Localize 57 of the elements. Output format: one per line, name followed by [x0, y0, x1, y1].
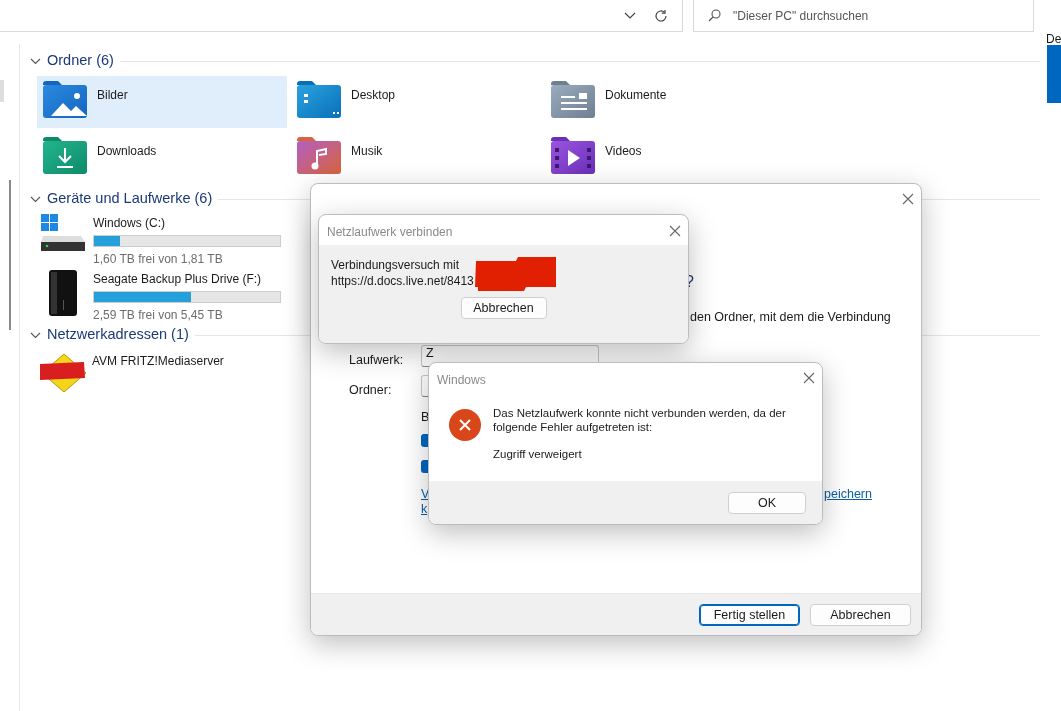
section-title: Ordner (6)	[47, 51, 114, 71]
error-icon	[449, 409, 481, 441]
free-space-text: 1,60 TB frei von 1,81 TB	[93, 251, 224, 268]
folder-item[interactable]: Dokumente	[545, 76, 795, 128]
error-message: Das Netzlaufwerk konnte nicht verbunden werden, da der folgende Fehler aufgetreten ist:	[493, 407, 787, 434]
folder-icon	[43, 136, 87, 174]
folder-name: Dokumente	[605, 87, 667, 104]
folder-icon	[551, 136, 595, 174]
cancel-button[interactable]: Abbrechen	[460, 297, 547, 319]
network-location-name[interactable]: AVM FRITZ!Mediaserver	[92, 352, 224, 394]
folder-icon	[297, 80, 341, 118]
dialog-title: Netzlaufwerk verbinden	[327, 225, 453, 239]
drive-icon	[41, 214, 85, 252]
scroll-bar[interactable]	[1047, 45, 1061, 103]
chevron-down-icon	[624, 11, 636, 20]
search-icon	[708, 9, 721, 22]
close-icon[interactable]	[902, 193, 914, 205]
error-detail: Zugriff verweigert	[493, 447, 583, 462]
finish-button[interactable]: Fertig stellen	[699, 603, 800, 626]
folder-item[interactable]: Videos	[545, 132, 795, 184]
drive-name[interactable]: Seagate Backup Plus Drive (F:)	[93, 270, 281, 288]
router-logo-icon	[38, 352, 88, 394]
drive-name[interactable]: Windows (C:)	[93, 214, 281, 232]
folder-name: Musik	[351, 143, 383, 160]
ok-button[interactable]: OK	[728, 491, 806, 514]
free-space-text: 2,59 TB frei von 5,45 TB	[93, 307, 224, 324]
section-header[interactable]: Ordner (6)	[30, 50, 1040, 72]
message-line: https://d.docs.live.net/8413	[331, 273, 475, 289]
close-icon[interactable]	[669, 225, 681, 237]
folder-icon	[297, 136, 341, 174]
chevron-icon	[30, 195, 41, 203]
cancel-button[interactable]: Abbrechen	[810, 603, 911, 626]
chevron-icon	[30, 57, 41, 65]
search-box[interactable]: "Dieser PC" durchsuchen	[693, 0, 1034, 32]
folder-item[interactable]: Desktop	[291, 76, 541, 128]
search-field[interactable]: "Dieser PC" durchsuchen	[731, 5, 1011, 26]
folder-name: Videos	[605, 143, 642, 160]
description-text: den Ordner, mit dem die Verbindung	[690, 309, 891, 326]
chevron-icon	[30, 331, 41, 339]
close-icon[interactable]	[803, 372, 815, 384]
dialog-title: Windows	[437, 373, 486, 387]
folder-item[interactable]: Bilder	[37, 76, 287, 128]
folder-item[interactable]: Musik	[291, 132, 541, 184]
section-title: Netzwerkadressen (1)	[47, 325, 189, 345]
refresh-icon	[654, 8, 668, 23]
option-text: B	[421, 409, 430, 426]
folder-icon	[551, 80, 595, 118]
folder-name: Desktop	[351, 87, 396, 104]
field-label: Ordner:	[349, 382, 392, 399]
cut-off-text: De	[1046, 31, 1061, 48]
section-title: Geräte und Laufwerke (6)	[47, 189, 213, 209]
field-label: Laufwerk:	[349, 352, 404, 369]
folder-name: Downloads	[97, 143, 157, 160]
message-line: Verbindungsversuch mit	[331, 257, 461, 273]
folder-item[interactable]: Downloads	[37, 132, 287, 184]
folder-name: Bilder	[97, 87, 128, 104]
folder-icon	[43, 80, 87, 118]
